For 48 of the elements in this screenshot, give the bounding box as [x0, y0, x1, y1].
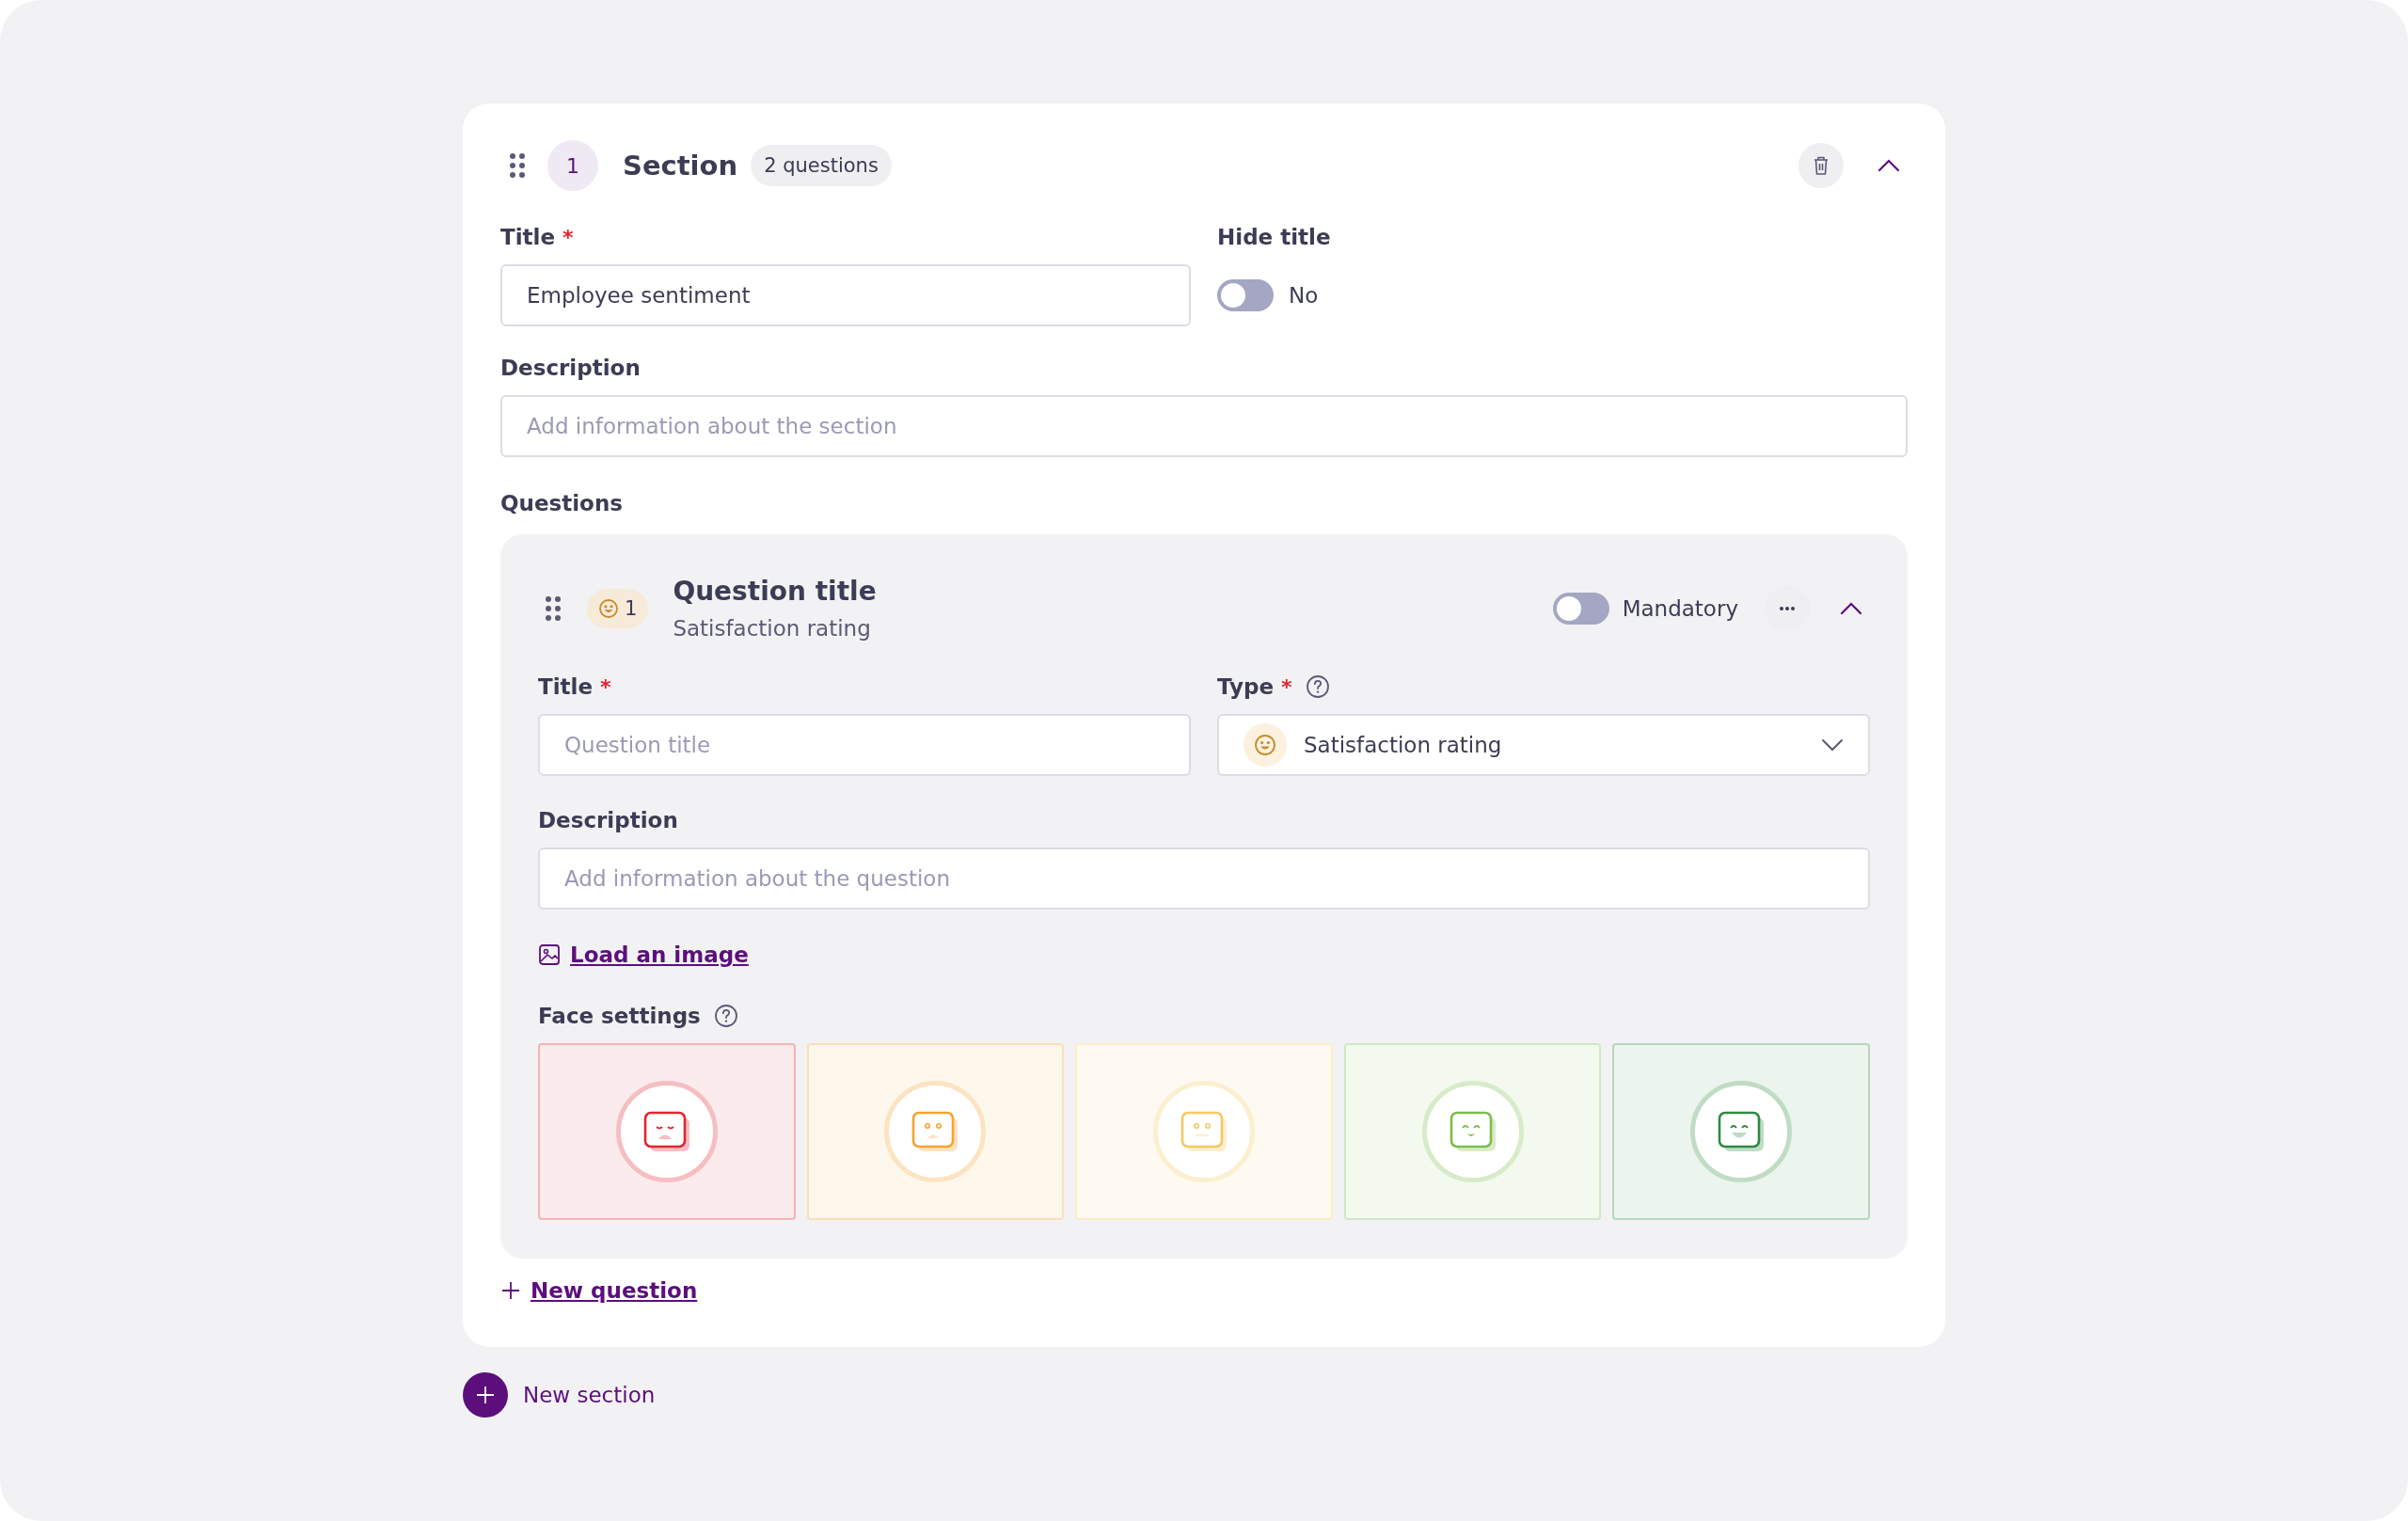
field-label: Hide title	[1217, 225, 1331, 249]
image-icon	[538, 943, 561, 966]
new-question-link[interactable]: New question	[531, 1278, 698, 1303]
plus-icon	[500, 1280, 521, 1301]
field-label: Description	[538, 808, 678, 832]
smiley-icon	[598, 597, 619, 619]
question-type-label: Satisfaction rating	[673, 616, 872, 641]
toggle-switch[interactable]	[1217, 279, 1274, 311]
input-field[interactable]: Question title	[538, 714, 1191, 776]
plus-icon	[476, 1386, 495, 1404]
type-dropdown[interactable]: Satisfaction rating	[1217, 714, 1870, 776]
toggle-label: Mandatory	[1622, 595, 1738, 621]
question-number: 1	[625, 596, 638, 620]
field-label: Face settings	[538, 1004, 701, 1028]
face-option[interactable]	[1343, 1043, 1602, 1220]
face-option[interactable]	[1612, 1043, 1870, 1220]
field-label: Title	[538, 674, 594, 699]
delete-button[interactable]	[1798, 143, 1844, 188]
load-image-link[interactable]: Load an image	[570, 943, 749, 967]
field-label: Title	[500, 225, 556, 249]
more-icon	[1779, 606, 1796, 610]
input-field[interactable]: Employee sentiment	[500, 264, 1191, 326]
input-field[interactable]: Add information about the section	[500, 395, 1908, 457]
input-field[interactable]: Add information about the question	[538, 848, 1870, 910]
new-section-button[interactable]: New section	[463, 1372, 656, 1418]
field-label: Type	[1217, 674, 1274, 699]
smiley-icon	[1254, 734, 1276, 756]
face-option[interactable]	[806, 1043, 1065, 1220]
question-count: 2 questions	[751, 145, 892, 186]
help-icon	[1305, 674, 1330, 699]
trash-icon	[1813, 155, 1830, 176]
required-mark: *	[562, 225, 574, 249]
drag-handle-icon	[510, 153, 525, 178]
face-option[interactable]	[538, 1043, 796, 1220]
required-mark: *	[1281, 674, 1292, 699]
toggle-switch[interactable]	[1552, 592, 1609, 625]
question-title: Question title	[673, 576, 877, 607]
questions-label: Questions	[500, 490, 624, 517]
help-icon	[713, 1004, 738, 1028]
chevron-icon	[1840, 601, 1862, 615]
caret-icon	[1821, 738, 1844, 752]
field-label: Description	[500, 356, 641, 380]
drag-handle-icon	[546, 595, 561, 621]
toggle-label: No	[1289, 283, 1319, 308]
chevron-icon	[1877, 159, 1900, 172]
section-number: 1	[547, 140, 598, 191]
required-mark: *	[600, 674, 611, 699]
section-title: Section	[623, 150, 738, 182]
